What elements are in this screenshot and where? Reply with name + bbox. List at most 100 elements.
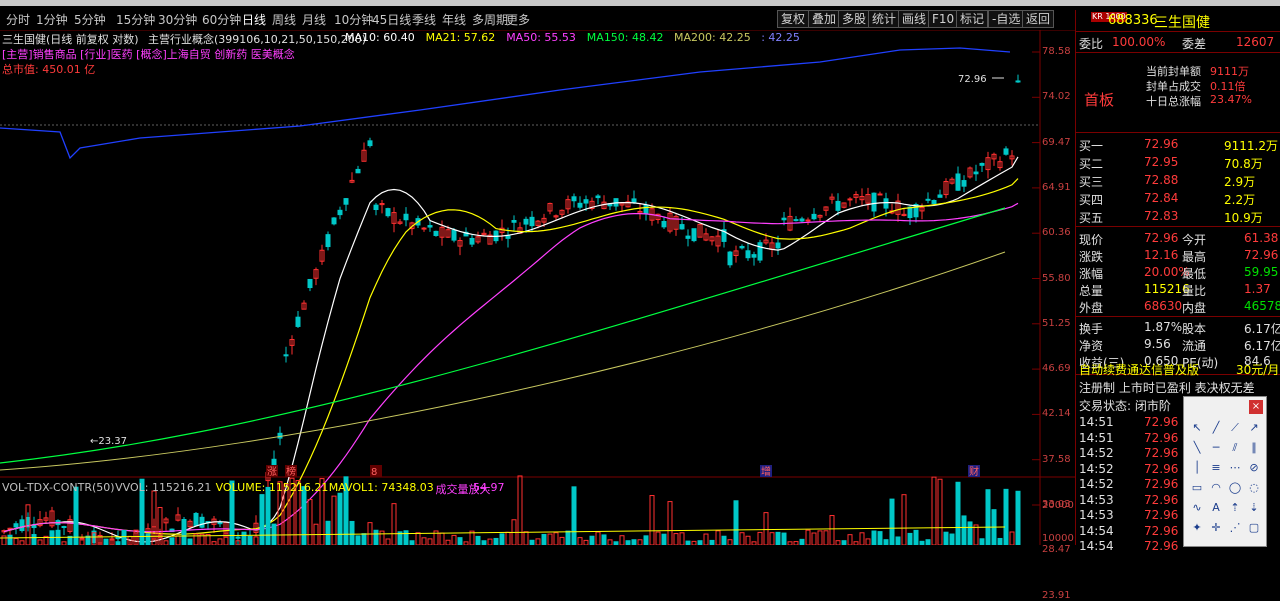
ray-icon[interactable]: ⟋ bbox=[1226, 419, 1244, 437]
period-tab-5[interactable]: 60分钟 bbox=[202, 11, 241, 28]
volume-bar bbox=[1, 535, 7, 545]
toolbar-button-0[interactable]: 复权 bbox=[777, 10, 810, 28]
volume-bar bbox=[517, 475, 523, 545]
ad-price[interactable]: 30元/月 bbox=[1236, 361, 1279, 378]
volume-bar bbox=[823, 530, 829, 545]
period-tab-6[interactable]: 日线 bbox=[242, 11, 266, 28]
stat-row-1: 净资 9.56 流通 6.17亿 bbox=[1076, 336, 1280, 353]
candle-body bbox=[961, 180, 967, 187]
volume-bar bbox=[145, 533, 151, 545]
toolbar-button-7[interactable]: -自选 bbox=[988, 10, 1025, 28]
toolbar-button-5[interactable]: F10 bbox=[928, 10, 959, 28]
period-tab-10[interactable]: 45日线 bbox=[372, 11, 411, 28]
down-arrow-icon[interactable]: ⇣ bbox=[1245, 499, 1263, 517]
period-tab-1[interactable]: 1分钟 bbox=[36, 11, 68, 28]
volume-bar bbox=[493, 537, 499, 545]
period-tab-0[interactable]: 分时 bbox=[6, 11, 30, 28]
text-icon[interactable]: A bbox=[1207, 499, 1225, 517]
bid-price: 72.88 bbox=[1144, 173, 1179, 187]
volume-bar bbox=[793, 541, 799, 545]
volume-bar bbox=[667, 501, 673, 545]
stat-val: 1.87% bbox=[1144, 320, 1183, 334]
vline-icon[interactable]: │ bbox=[1188, 459, 1206, 477]
kline-chart[interactable]: 72.96 ←23.37 涨榜 8 增 财 三生国健(日线 前复权 对数) 主营行业概念(… bbox=[0, 30, 1075, 601]
tick-time: 14:51 bbox=[1079, 415, 1114, 429]
volume-bar bbox=[925, 539, 931, 545]
candle-body bbox=[373, 204, 379, 211]
ext-icon[interactable]: ⋯ bbox=[1226, 459, 1244, 477]
volume-bar bbox=[685, 540, 691, 545]
stat-val: 9.56 bbox=[1144, 337, 1171, 351]
candle-body bbox=[757, 242, 763, 261]
toolbar-button-2[interactable]: 多股 bbox=[838, 10, 871, 28]
bid-row-1: 买二 72.95 70.8万 bbox=[1076, 154, 1280, 171]
parallel-icon[interactable]: ∥ bbox=[1245, 439, 1263, 457]
volume-bar bbox=[625, 540, 631, 545]
toolbar-button-3[interactable]: 统计 bbox=[868, 10, 901, 28]
candle-body bbox=[403, 213, 409, 221]
period-tab-2[interactable]: 5分钟 bbox=[74, 11, 106, 28]
period-tab-12[interactable]: 年线 bbox=[442, 11, 466, 28]
candle-body bbox=[427, 225, 433, 228]
period-tab-7[interactable]: 周线 bbox=[272, 11, 296, 28]
period-tab-13[interactable]: 多周期 bbox=[472, 11, 508, 28]
candle-body bbox=[433, 230, 439, 237]
fib-icon[interactable]: ≡ bbox=[1207, 459, 1225, 477]
candle-body bbox=[367, 140, 373, 147]
segment-icon[interactable]: ╲ bbox=[1188, 439, 1206, 457]
toolbar-button-8[interactable]: 返回 bbox=[1022, 10, 1055, 28]
close-icon[interactable]: × bbox=[1249, 400, 1263, 414]
volume-bar bbox=[607, 539, 613, 545]
volume-bar bbox=[733, 500, 739, 545]
candle-body bbox=[691, 228, 697, 242]
box-icon[interactable]: ▢ bbox=[1245, 519, 1263, 537]
channel-icon[interactable]: ⫽ bbox=[1226, 439, 1244, 457]
cross-icon[interactable]: ✛ bbox=[1207, 519, 1225, 537]
volume-bar bbox=[547, 533, 553, 545]
quote-key: 今开 bbox=[1182, 233, 1207, 247]
tick-time: 14:54 bbox=[1079, 523, 1114, 538]
period-tab-9[interactable]: 10分钟 bbox=[334, 11, 373, 28]
gann-icon[interactable]: ⊘ bbox=[1245, 459, 1263, 477]
hline-icon[interactable]: ─ bbox=[1207, 439, 1225, 457]
candle-body bbox=[751, 254, 757, 258]
wave-icon[interactable]: ∿ bbox=[1188, 499, 1206, 517]
mark-icon[interactable]: ✦ bbox=[1188, 519, 1206, 537]
volume-bar bbox=[403, 530, 409, 545]
toolbar-button-1[interactable]: 叠加 bbox=[808, 10, 841, 28]
cursor-icon[interactable]: ↖ bbox=[1188, 419, 1206, 437]
cycle-icon[interactable]: ◌ bbox=[1245, 479, 1263, 497]
bid-volume: 10.9万 bbox=[1224, 211, 1263, 225]
toolbar-button-6[interactable]: 标记 bbox=[956, 10, 989, 28]
volume-bar bbox=[259, 494, 265, 545]
period-tab-4[interactable]: 30分钟 bbox=[158, 11, 197, 28]
drawing-toolbox[interactable]: × ↖ ╱ ⟋ ↗ ╲ ─ ⫽ ∥ │ ≡ ⋯ ⊘ ▭ ◠ ◯ ◌ ∿ A ⇡ ⇣ ✦ ✛ ⋰ ▢ bbox=[1183, 396, 1267, 547]
volume-bar bbox=[325, 520, 331, 545]
stat-key: 流通 bbox=[1182, 339, 1207, 353]
period-tab-14[interactable]: 更多 bbox=[506, 11, 530, 28]
arrow-icon[interactable]: ↗ bbox=[1245, 419, 1263, 437]
volume-bar bbox=[505, 531, 511, 545]
candle-body bbox=[931, 199, 937, 205]
volume-bar bbox=[595, 531, 601, 545]
volume-bar bbox=[679, 532, 685, 545]
rect-icon[interactable]: ▭ bbox=[1188, 479, 1206, 497]
chart-canvas[interactable]: 72.96 ←23.37 涨榜 8 增 财 bbox=[0, 30, 1075, 545]
period-tab-3[interactable]: 15分钟 bbox=[116, 11, 155, 28]
volume-bar bbox=[949, 533, 955, 545]
fan-icon[interactable]: ⋰ bbox=[1226, 519, 1244, 537]
period-tab-11[interactable]: 季线 bbox=[412, 11, 436, 28]
up-arrow-icon[interactable]: ⇡ bbox=[1226, 499, 1244, 517]
line-icon[interactable]: ╱ bbox=[1207, 419, 1225, 437]
period-tab-8[interactable]: 月线 bbox=[302, 11, 326, 28]
volume-bar bbox=[817, 530, 823, 545]
circle-icon[interactable]: ◯ bbox=[1226, 479, 1244, 497]
market-cap: 总市值: 450.01 亿 bbox=[2, 63, 96, 76]
arc-icon[interactable]: ◠ bbox=[1207, 479, 1225, 497]
y-axis-label-2: 69.47 bbox=[1042, 136, 1071, 148]
tick-time: 14:53 bbox=[1079, 508, 1114, 522]
volume-bar bbox=[877, 531, 883, 545]
ad-text[interactable]: 自动续费通达信普及版 bbox=[1079, 361, 1199, 378]
toolbar-button-4[interactable]: 画线 bbox=[898, 10, 931, 28]
bid-price: 72.83 bbox=[1144, 209, 1179, 223]
